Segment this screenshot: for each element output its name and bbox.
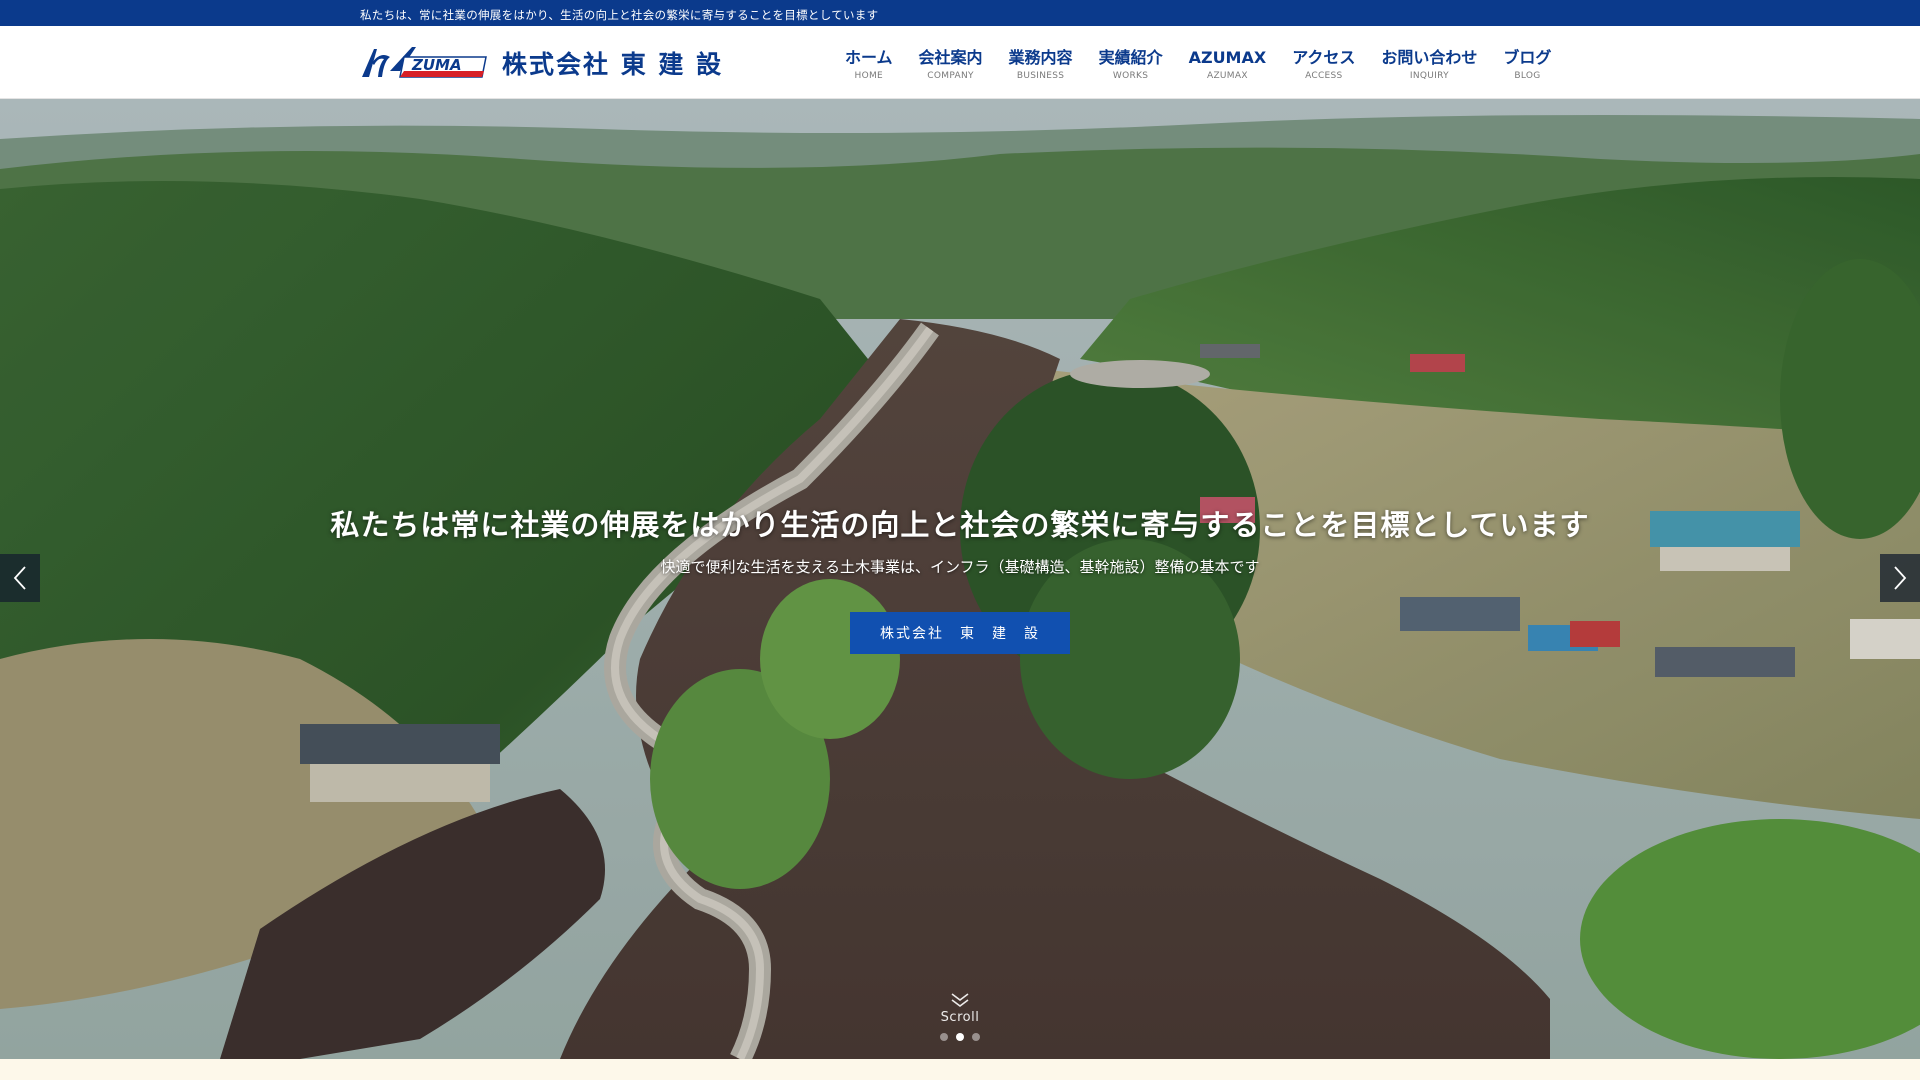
nav-item-inquiry[interactable]: お問い合わせ INQUIRY [1381,48,1477,81]
slider-dot[interactable] [940,1033,948,1041]
page-content-start [0,1059,1920,1080]
nav-item-azumax[interactable]: AZUMAX AZUMAX [1189,48,1267,81]
nav-label-en: BUSINESS [1016,71,1065,81]
nav-label-ja: AZUMAX [1188,48,1267,67]
topbar-tagline: 私たちは、常に社業の伸展をはかり、生活の向上と社会の繁栄に寄与することを目標とし… [360,8,879,22]
hero-title: 私たちは常に社業の伸展をはかり生活の向上と社会の繁栄に寄与することを目標としてい… [330,508,1590,542]
nav-label-en: BLOG [1514,71,1541,81]
scroll-label: Scroll [940,1010,980,1025]
nav-label-ja: 実績紹介 [1098,48,1163,67]
nav-label-ja: 会社案内 [918,48,983,67]
nav-item-access[interactable]: アクセス ACCESS [1292,48,1355,81]
slider-dot[interactable] [972,1033,980,1041]
nav-item-works[interactable]: 実績紹介 WORKS [1099,48,1163,81]
chevron-left-icon [13,566,26,590]
nav-label-en: ACCESS [1305,71,1343,81]
nav-label-en: INQUIRY [1409,71,1449,81]
slider-pagination [0,1033,1920,1041]
chevron-right-icon [1894,566,1907,590]
slider-prev-button[interactable] [0,554,40,602]
hero-overlay [0,99,1920,1059]
site-logo[interactable]: ZUMA 株式会社 東 建 設 [360,43,723,83]
nav-label-ja: アクセス [1292,48,1356,67]
slider-next-button[interactable] [1880,554,1920,602]
main-navigation: ホーム HOME 会社案内 COMPANY 業務内容 BUSINESS 実績紹介… [845,48,1551,81]
svg-text:ZUMA: ZUMA [411,56,462,74]
slider-dot-active[interactable] [956,1033,964,1041]
nav-item-business[interactable]: 業務内容 BUSINESS [1009,48,1073,81]
double-chevron-down-icon [951,993,969,1007]
hero-subtitle: 快適で便利な生活を支える土木事業は、インフラ（基礎構造、基幹施設）整備の基本です [660,558,1260,576]
nav-label-en: AZUMAX [1206,71,1248,81]
company-name: 株式会社 東 建 設 [502,50,724,79]
nav-label-ja: ホーム [845,48,893,67]
nav-item-company[interactable]: 会社案内 COMPANY [919,48,983,81]
nav-label-ja: お問い合わせ [1381,48,1478,67]
nav-item-blog[interactable]: ブログ BLOG [1503,48,1551,81]
top-announcement-bar: 私たちは、常に社業の伸展をはかり、生活の向上と社会の繁栄に寄与することを目標とし… [0,0,1920,26]
company-cta-button[interactable]: 株式会社 東 建 設 [850,612,1070,654]
nav-item-home[interactable]: ホーム HOME [845,48,893,81]
site-header: ZUMA 株式会社 東 建 設 ホーム HOME 会社案内 COMPANY 業務… [0,26,1920,99]
nav-label-ja: ブログ [1503,48,1552,67]
azuma-logo-mark: ZUMA [362,47,487,78]
hero-slider: 私たちは常に社業の伸展をはかり生活の向上と社会の繁栄に寄与することを目標としてい… [0,99,1920,1059]
scroll-indicator[interactable]: Scroll [0,992,1920,1025]
nav-label-ja: 業務内容 [1008,48,1073,67]
nav-label-en: WORKS [1112,71,1149,81]
nav-label-en: COMPANY [927,71,974,81]
nav-label-en: HOME [854,71,884,81]
